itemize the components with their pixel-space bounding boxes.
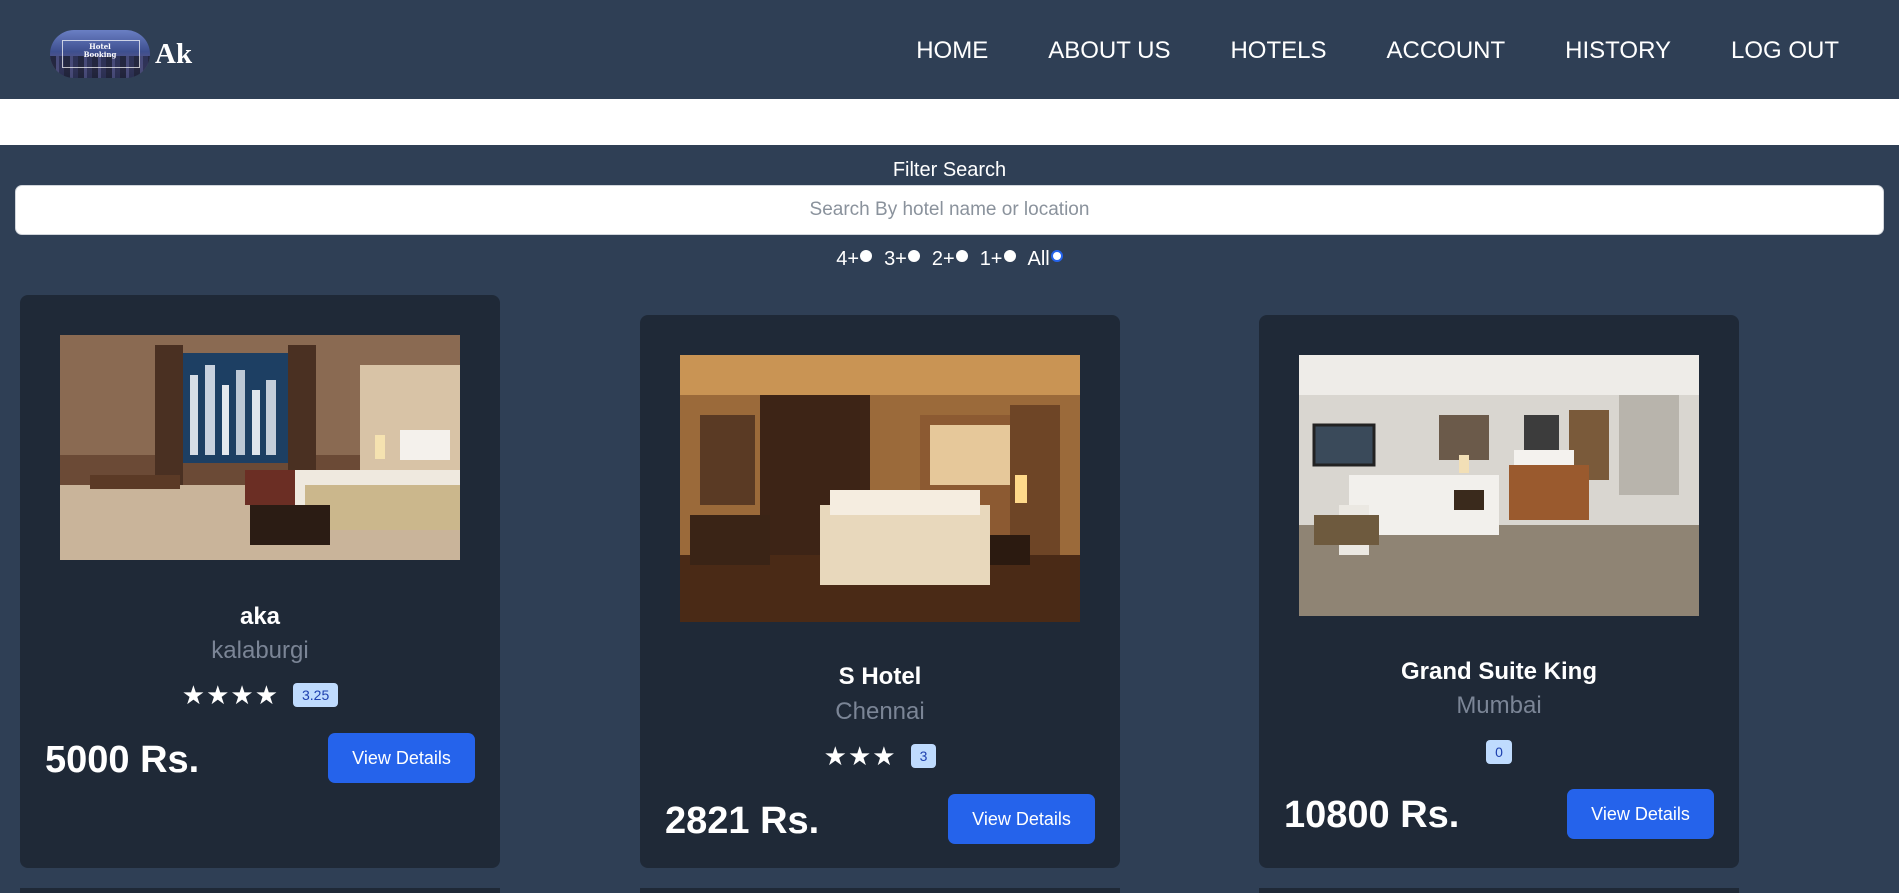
rating-option-label: 4+ xyxy=(836,248,860,270)
hotel-rating: ★★★ 3 xyxy=(640,743,1120,769)
rating-option-3plus[interactable]: 3+ xyxy=(884,248,920,271)
star-icon: ★ xyxy=(847,741,873,771)
rating-option-label: 3+ xyxy=(884,248,907,270)
hotel-location: kalaburgi xyxy=(211,637,309,664)
star-icon: ★ xyxy=(206,680,231,710)
header-spacer xyxy=(0,99,1899,145)
nav-hotels[interactable]: HOTELS xyxy=(1230,36,1326,66)
radio-button[interactable] xyxy=(907,249,920,262)
star-icon-group: ★★★★ xyxy=(182,682,279,708)
hotel-card-edge xyxy=(20,888,500,893)
hotel-image[interactable] xyxy=(1299,355,1699,616)
hotel-name: Grand Suite King xyxy=(1400,658,1597,685)
view-details-button[interactable]: View Details xyxy=(328,733,475,783)
hotel-price: 5000 Rs. xyxy=(45,739,200,781)
radio-button[interactable] xyxy=(860,249,873,262)
hotel-price: 10800 Rs. xyxy=(1284,794,1460,836)
logo-text: Hotel Booking xyxy=(50,43,150,59)
nav-history[interactable]: HISTORY xyxy=(1565,36,1671,66)
hotel-image[interactable] xyxy=(680,355,1080,622)
hotel-rating: ★★★★ 3.25 xyxy=(20,682,500,708)
rating-option-label: 1+ xyxy=(979,248,1003,270)
hotel-image[interactable] xyxy=(60,335,460,560)
rating-option-2plus[interactable]: 2+ xyxy=(932,248,968,271)
hotel-card: aka kalaburgi ★★★★ 3.25 5000 Rs. View De… xyxy=(20,295,500,868)
star-icon: ★ xyxy=(254,680,279,710)
hotel-location: Chennai xyxy=(835,698,925,725)
rating-option-4plus[interactable]: 4+ xyxy=(836,248,873,271)
brand-name[interactable]: Ak xyxy=(155,37,192,71)
rating-option-label: All xyxy=(1027,248,1050,270)
nav-menu: HOME ABOUT US HOTELS ACCOUNT HISTORY LOG… xyxy=(856,36,1839,66)
rating-option-all[interactable]: All xyxy=(1028,248,1063,271)
star-icon: ★ xyxy=(181,680,207,710)
star-icon: ★ xyxy=(823,741,848,771)
view-details-button[interactable]: View Details xyxy=(1567,789,1714,839)
rating-option-1plus[interactable]: 1+ xyxy=(980,248,1016,271)
filter-label: Filter Search xyxy=(892,159,1007,181)
rating-badge: 3 xyxy=(910,744,937,768)
star-icon: ★ xyxy=(230,680,255,710)
hotel-card: S Hotel Chennai ★★★ 3 2821 Rs. View Deta… xyxy=(640,315,1120,868)
nav-account[interactable]: ACCOUNT xyxy=(1387,36,1506,66)
radio-button[interactable] xyxy=(955,249,968,262)
search-input[interactable] xyxy=(15,185,1884,235)
star-icon: ★ xyxy=(872,741,897,771)
rating-filter: 4+ 3+ 2+ 1+ All xyxy=(0,248,1899,271)
radio-button-selected[interactable] xyxy=(1050,249,1063,262)
hotel-price: 2821 Rs. xyxy=(665,800,820,842)
hotel-card: Grand Suite King Mumbai 0 10800 Rs. View… xyxy=(1259,315,1739,868)
hotel-name: S Hotel xyxy=(838,663,922,690)
hotel-card-edge xyxy=(640,888,1120,893)
hotel-name: aka xyxy=(239,603,281,630)
nav-about-us[interactable]: ABOUT US xyxy=(1048,36,1170,66)
star-icon-group: ★★★ xyxy=(824,743,897,769)
hotel-location: Mumbai xyxy=(1456,692,1542,719)
radio-button[interactable] xyxy=(1003,249,1016,262)
nav-home[interactable]: HOME xyxy=(916,36,988,66)
logo[interactable]: Hotel Booking xyxy=(50,30,150,78)
hotel-card-edge xyxy=(1259,888,1739,893)
nav-log-out[interactable]: LOG OUT xyxy=(1731,36,1839,66)
hotel-rating: 0 xyxy=(1259,740,1739,764)
rating-option-label: 2+ xyxy=(931,248,955,270)
navbar: Hotel Booking Ak HOME ABOUT US HOTELS AC… xyxy=(0,0,1899,100)
rating-badge: 0 xyxy=(1486,740,1512,764)
rating-badge: 3.25 xyxy=(293,683,339,707)
view-details-button[interactable]: View Details xyxy=(948,794,1095,844)
logo-text-line2: Booking xyxy=(83,50,117,59)
